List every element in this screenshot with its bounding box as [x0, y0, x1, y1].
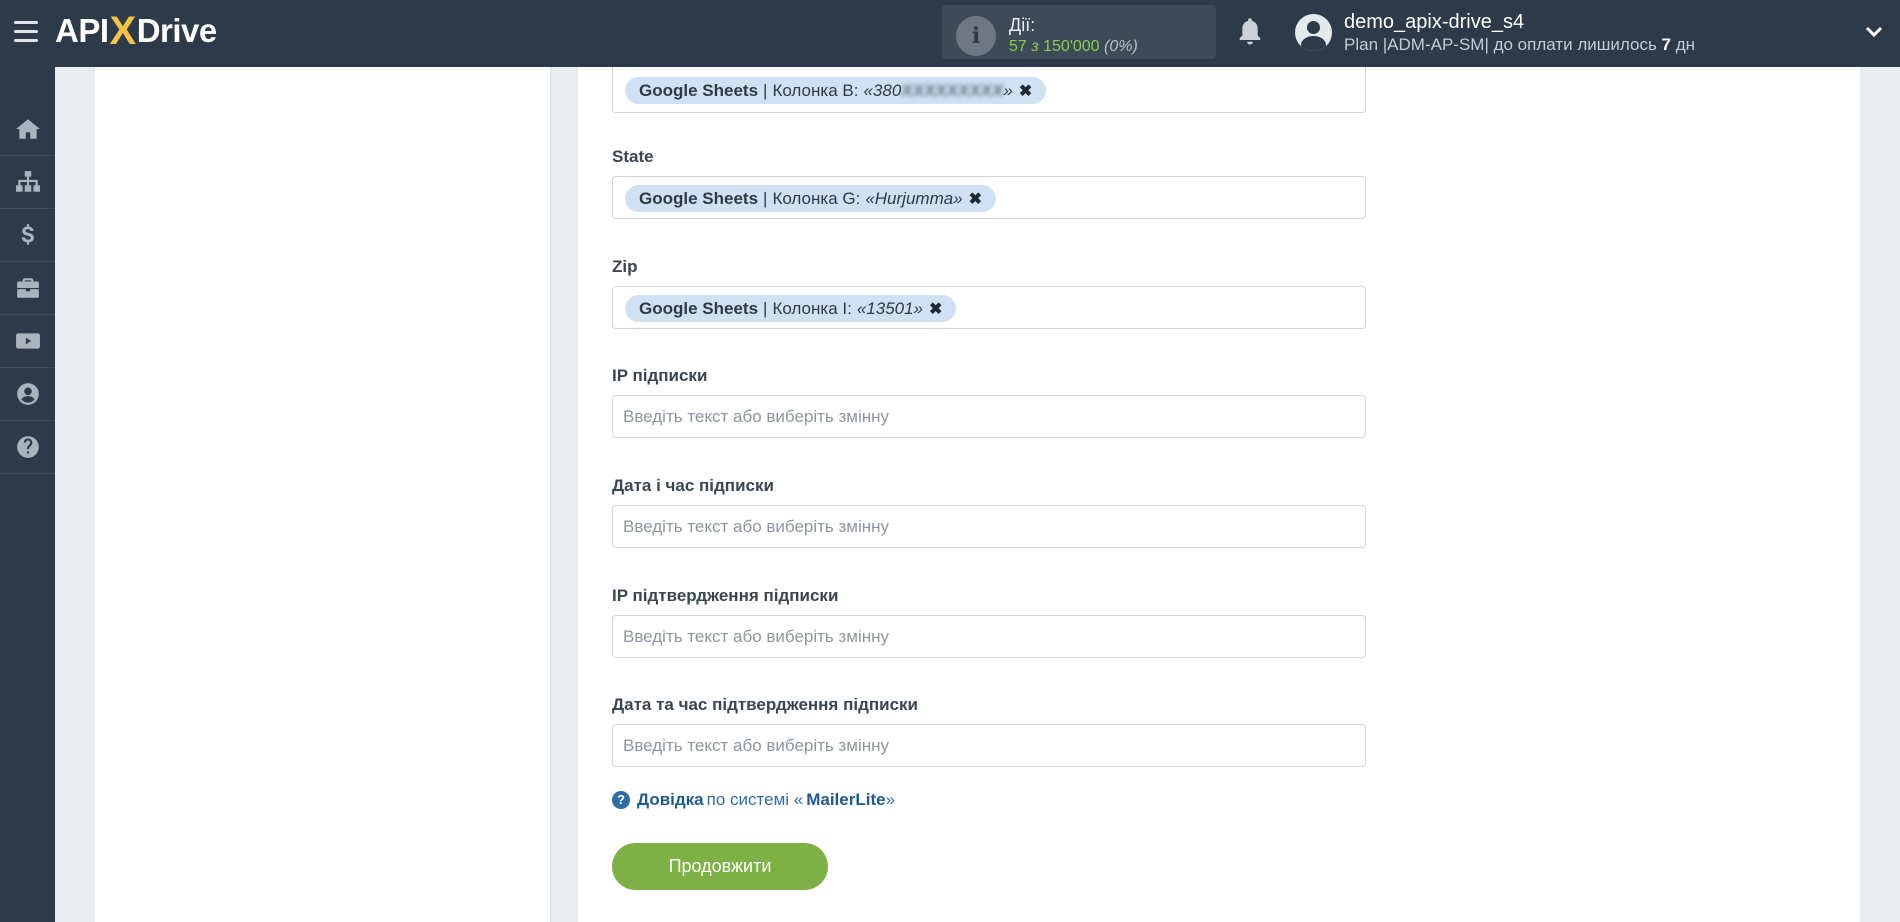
ip-confirmation-label: IP підтвердження підписки — [612, 586, 839, 605]
tag-column: Колонка G: — [772, 188, 861, 208]
remove-tag-icon[interactable]: ✖ — [1019, 81, 1032, 101]
tag-source: Google Sheets — [639, 80, 759, 100]
tag-separator: | — [763, 188, 768, 208]
sidebar — [0, 67, 55, 922]
actions-counter[interactable]: i Дії: 57 з 150'000 (0%) — [942, 5, 1216, 59]
tag-example-open: «380 — [863, 80, 902, 100]
help-link[interactable]: Довідка — [637, 790, 704, 810]
actions-percent: (0%) — [1104, 38, 1138, 55]
ip-subscription-label: IP підписки — [612, 366, 708, 385]
tag-example-hidden: XXXXXXXXX — [901, 80, 1004, 100]
tag-source: Google Sheets — [639, 188, 759, 208]
actions-sep: з — [1026, 38, 1044, 55]
bell-icon[interactable] — [1236, 16, 1264, 48]
tag-example: «Hurjumma» — [865, 188, 963, 208]
ip-subscription-field[interactable] — [612, 395, 1366, 438]
remove-tag-icon[interactable]: ✖ — [969, 189, 982, 209]
plan-days: 7 — [1661, 35, 1672, 54]
sidebar-item-home[interactable] — [0, 103, 55, 156]
sidebar-item-account[interactable] — [0, 368, 55, 421]
tag-example: «380XXXXXXXXX» — [863, 81, 1012, 101]
mailerlite-link[interactable]: MailerLite — [806, 790, 885, 810]
tag-column: Колонка B: — [772, 80, 859, 100]
help-close: » — [885, 790, 896, 809]
ip-confirmation-input[interactable] — [613, 616, 1365, 657]
date-confirmation-label: Дата та час підтвердження підписки — [612, 695, 918, 714]
user-icon — [16, 383, 39, 405]
phone-field[interactable]: Google Sheets | Колонка B: «380XXXXXXXXX» ✖ — [612, 67, 1366, 113]
info-icon: i — [956, 16, 996, 56]
remove-tag-icon[interactable]: ✖ — [929, 299, 942, 319]
ip-confirmation-field[interactable] — [612, 615, 1366, 658]
help-icon — [16, 436, 39, 458]
continue-button[interactable]: Продовжити — [612, 843, 828, 890]
username[interactable]: demo_apix-drive_s4 — [1344, 11, 1524, 34]
zip-field[interactable]: Google Sheets | Колонка I: «13501» ✖ — [612, 286, 1366, 329]
sidebar-item-video[interactable] — [0, 315, 55, 368]
sidebar-item-connections[interactable] — [0, 156, 55, 209]
logo-text-left: API — [55, 12, 109, 49]
question-icon: ? — [612, 791, 630, 809]
home-icon — [15, 119, 40, 139]
sidebar-item-help[interactable] — [0, 421, 55, 474]
state-field[interactable]: Google Sheets | Колонка G: «Hurjumma» ✖ — [612, 176, 1366, 219]
tag-example-close: » — [1003, 80, 1013, 100]
tag-column: Колонка I: — [772, 298, 852, 318]
zip-label: Zip — [612, 257, 638, 276]
sitemap-icon — [15, 171, 40, 192]
dollar-icon — [21, 224, 34, 245]
date-subscription-label: Дата і час підписки — [612, 476, 774, 495]
plan-info: Plan |ADM-AP-SM| до оплати лишилось 7 дн — [1344, 35, 1695, 55]
menu-icon[interactable] — [14, 21, 38, 43]
briefcase-icon — [16, 278, 39, 298]
logo-text-x: X — [109, 8, 137, 53]
sidebar-item-billing[interactable] — [0, 209, 55, 262]
actions-total: 150'000 — [1043, 38, 1100, 55]
actions-used: 57 — [1009, 38, 1027, 55]
logo-text-right: Drive — [136, 12, 218, 49]
tag-separator: | — [763, 298, 768, 318]
date-subscription-field[interactable] — [612, 505, 1366, 548]
tag-separator: | — [763, 80, 768, 100]
actions-value: 57 з 150'000 (0%) — [1009, 38, 1138, 56]
plan-suffix: дн — [1671, 35, 1696, 54]
chevron-down-icon[interactable] — [1864, 22, 1884, 42]
state-variable-tag[interactable]: Google Sheets | Колонка G: «Hurjumma» ✖ — [625, 185, 997, 212]
actions-label: Дії: — [1009, 15, 1036, 35]
state-label: State — [612, 147, 654, 166]
help-line: ? Довідка по системі «MailerLite» — [612, 790, 895, 810]
youtube-icon — [15, 333, 40, 349]
phone-variable-tag[interactable]: Google Sheets | Колонка B: «380XXXXXXXXX» ✖ — [625, 77, 1047, 104]
plan-prefix: Plan |ADM-AP-SM| до оплати лишилось — [1344, 35, 1662, 54]
date-confirmation-field[interactable] — [612, 724, 1366, 767]
zip-variable-tag[interactable]: Google Sheets | Колонка I: «13501» ✖ — [625, 295, 957, 322]
tag-source: Google Sheets — [639, 298, 759, 318]
date-confirmation-input[interactable] — [613, 725, 1365, 766]
left-panel — [95, 67, 551, 922]
date-subscription-input[interactable] — [613, 506, 1365, 547]
ip-subscription-input[interactable] — [613, 396, 1365, 437]
avatar[interactable] — [1295, 14, 1332, 51]
sidebar-item-portfolio[interactable] — [0, 262, 55, 315]
tag-example: «13501» — [856, 298, 924, 318]
help-text: по системі « — [706, 790, 804, 809]
top-bar: API X Drive i Дії: 57 з 150'000 (0%) demo_… — [0, 0, 1900, 67]
apix-drive-logo[interactable]: API X Drive — [55, 8, 218, 53]
